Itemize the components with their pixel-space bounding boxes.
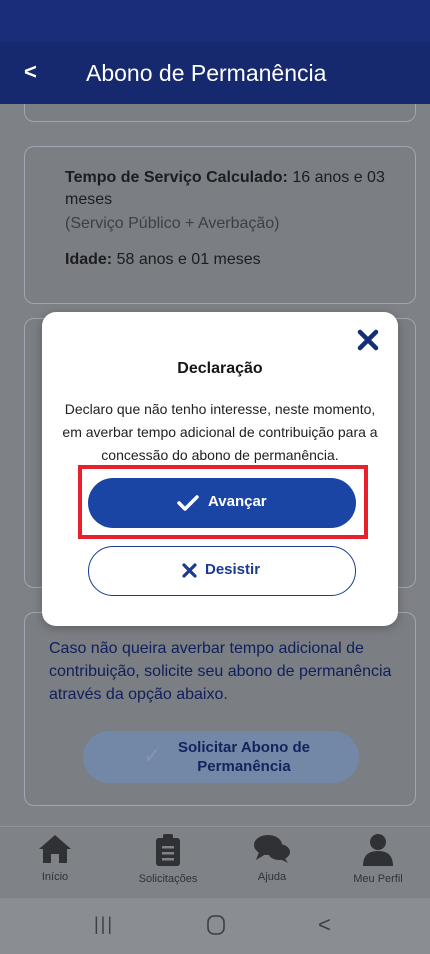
age-label: Idade: — [65, 251, 113, 268]
user-icon — [363, 834, 393, 866]
desistir-label: Desistir — [205, 561, 261, 578]
request-card: Caso não queira averbar tempo adicional … — [24, 612, 416, 806]
age-line: Idade: 58 anos e 01 meses — [65, 249, 405, 270]
nav-label: Meu Perfil — [353, 873, 403, 885]
status-bar — [0, 0, 430, 42]
check-icon: ✓ — [143, 743, 162, 768]
service-label: Tempo de Serviço Calculado: — [65, 169, 288, 186]
service-info-card: Tempo de Serviço Calculado: 16 anos e 03… — [24, 146, 416, 304]
service-line: Tempo de Serviço Calculado: 16 anos e 03 — [65, 167, 405, 188]
desistir-button[interactable]: Desistir — [88, 546, 356, 596]
avancar-button[interactable]: Avançar — [88, 478, 356, 528]
check-icon — [176, 492, 200, 514]
home-icon — [39, 835, 71, 863]
back-button[interactable]: < — [24, 60, 37, 84]
request-abono-button[interactable]: ✓ Solicitar Abono de Permanência — [83, 731, 359, 783]
bottom-navigation: Início Solicitações Ajuda Meu Perfil — [0, 826, 430, 898]
age-value: 58 anos e 01 meses — [116, 251, 261, 268]
clipboard-icon — [156, 834, 180, 866]
close-icon[interactable] — [356, 328, 380, 352]
system-navigation: ||| < — [0, 898, 430, 954]
request-instructions: Caso não queira averbar tempo adicional … — [49, 640, 392, 703]
service-value-cont: meses — [65, 191, 113, 208]
home-button[interactable] — [206, 914, 226, 941]
app-bar: < Abono de Permanência — [0, 42, 430, 104]
service-value: 16 anos e 03 — [292, 169, 385, 186]
modal-title: Declaração — [177, 360, 263, 377]
recents-button[interactable]: ||| — [94, 914, 114, 935]
nav-label: Ajuda — [257, 871, 287, 883]
service-note: (Serviço Público + Averbação) — [65, 215, 280, 232]
request-button-line1: Solicitar Abono de — [178, 739, 310, 756]
close-icon — [181, 562, 198, 579]
request-button-line2: Permanência — [197, 758, 291, 775]
nav-label: Início — [41, 871, 69, 883]
previous-card — [24, 104, 416, 122]
nav-item-inicio[interactable]: Início — [5, 833, 105, 883]
home-button-icon — [207, 915, 225, 935]
avancar-label: Avançar — [208, 493, 267, 510]
nav-label: Solicitações — [138, 873, 198, 885]
chat-icon — [254, 835, 290, 863]
system-back-button[interactable]: < — [318, 912, 331, 938]
page-title: Abono de Permanência — [86, 60, 327, 86]
nav-item-ajuda[interactable]: Ajuda — [222, 833, 322, 883]
modal-body: Declaro que não tenho interesse, neste m… — [62, 401, 378, 463]
nav-item-meu-perfil[interactable]: Meu Perfil — [328, 833, 428, 885]
nav-item-solicitacoes[interactable]: Solicitações — [118, 833, 218, 885]
